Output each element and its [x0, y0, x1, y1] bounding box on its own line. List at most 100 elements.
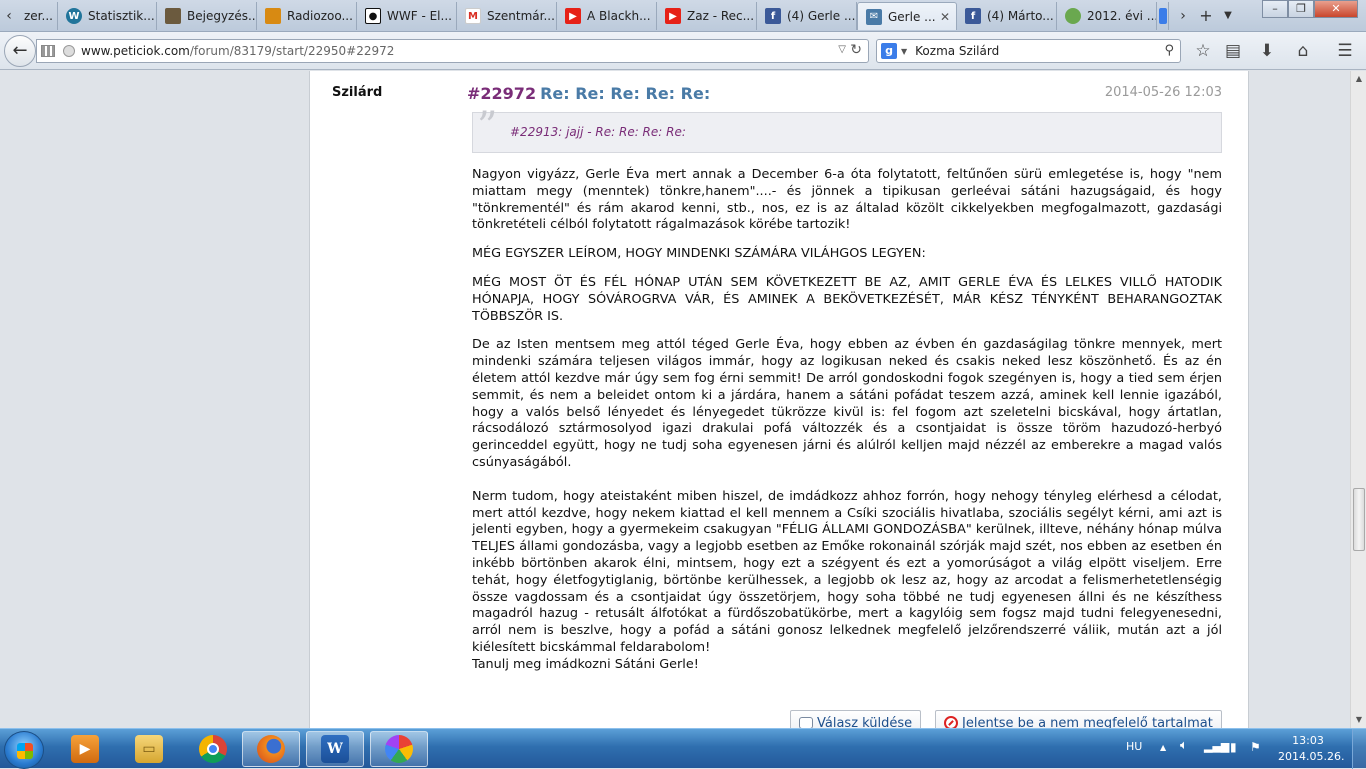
home-icon[interactable]: ⌂: [1292, 40, 1314, 62]
taskbar-picasa[interactable]: [370, 731, 428, 767]
close-tab-icon[interactable]: ✕: [940, 10, 950, 24]
action-center-flag-icon[interactable]: ⚑: [1250, 740, 1261, 754]
tab-3[interactable]: Radiozoo...: [257, 2, 357, 30]
tab-10[interactable]: f (4) Márto...: [957, 2, 1057, 30]
url-history-dropdown-icon[interactable]: ▽: [838, 44, 846, 55]
restore-button[interactable]: ❐: [1288, 0, 1314, 18]
tab-12-partial[interactable]: [1157, 2, 1169, 30]
report-icon: [944, 716, 958, 728]
search-icon[interactable]: ⚲: [1164, 43, 1174, 58]
url-path: /forum/83179/start/22950#22972: [189, 44, 395, 58]
menu-icon[interactable]: ☰: [1334, 40, 1356, 62]
taskbar-media-player[interactable]: ▶: [56, 731, 114, 767]
clock[interactable]: 13:03 2014.05.26.: [1278, 733, 1344, 765]
post-paragraph: MÉG EGYSZER LEÍROM, HOGY MINDENKI SZÁMÁR…: [472, 246, 926, 262]
taskbar-firefox[interactable]: [242, 731, 300, 767]
post-paragraph: Nerm tudom, hogy ateistaként miben hisze…: [472, 488, 1222, 655]
tab-5[interactable]: M Szentmár...: [457, 2, 557, 30]
tab-label: 2012. évi ...: [1087, 9, 1157, 23]
tab-7[interactable]: ▶ Zaz - Rec...: [657, 2, 757, 30]
post-paragraph: Nagyon vigyázz, Gerle Éva mert annak a D…: [472, 167, 1222, 233]
tab-2[interactable]: Bejegyzés...: [157, 2, 257, 30]
reply-button[interactable]: Válasz küldése: [790, 710, 922, 729]
scroll-down-arrow-icon[interactable]: ▼: [1351, 712, 1366, 728]
tab-scroll-right-button[interactable]: ›: [1176, 6, 1190, 26]
chrome-icon: [199, 735, 227, 763]
post-author[interactable]: Szilárd: [332, 85, 382, 100]
report-button-label: Jelentse be a nem megfelelő tartalmat: [962, 715, 1213, 729]
windows-logo-icon: [17, 743, 33, 759]
youtube-icon: ▶: [665, 8, 681, 24]
tab-label: Bejegyzés...: [187, 9, 257, 23]
bookmarks-list-icon[interactable]: ▤: [1222, 40, 1244, 62]
tab-scroll-left-button[interactable]: ‹: [2, 6, 16, 26]
reply-button-label: Válasz küldése: [817, 715, 913, 729]
google-icon[interactable]: g: [881, 43, 897, 59]
firefox-icon: [257, 735, 285, 763]
url-domain: www.peticiok.com: [81, 44, 190, 58]
wordpress-icon: W: [66, 8, 82, 24]
page-viewport: Szilárd #22972 Re: Re: Re: Re: Re: 2014-0…: [0, 71, 1350, 728]
back-arrow-icon: ←: [12, 40, 28, 61]
scrollbar-thumb[interactable]: [1353, 488, 1365, 551]
bookmark-star-icon[interactable]: ☆: [1192, 40, 1214, 62]
clock-time: 13:03: [1292, 734, 1324, 747]
bookmarks-grid-icon[interactable]: [41, 45, 55, 57]
search-bar[interactable]: g ▼ Kozma Szilárd ⚲: [876, 39, 1181, 63]
back-button[interactable]: ←: [4, 35, 36, 67]
post-title: Re: Re: Re: Re: Re:: [540, 84, 711, 103]
taskbar-explorer[interactable]: ▭: [120, 731, 178, 767]
gmail-icon: M: [465, 8, 481, 24]
tab-4[interactable]: ● WWF - El...: [357, 2, 457, 30]
tab-label: Radiozoo...: [287, 9, 353, 23]
vertical-scrollbar[interactable]: ▲ ▼: [1350, 71, 1366, 728]
quote-reference[interactable]: #22913: jajj - Re: Re: Re: Re:: [510, 125, 686, 139]
show-desktop-button[interactable]: [1352, 729, 1366, 769]
reload-icon[interactable]: ↻: [850, 42, 862, 58]
media-player-icon: ▶: [71, 735, 99, 763]
thumbnail-icon: [265, 8, 281, 24]
word-icon: W: [321, 735, 349, 763]
start-button[interactable]: [4, 731, 44, 769]
post-paragraph: MÉG MOST ÖT ÉS FÉL HÓNAP UTÁN SEM KÖVETK…: [472, 274, 1222, 324]
search-input[interactable]: Kozma Szilárd: [915, 44, 999, 58]
tab-1[interactable]: W Statisztik...: [58, 2, 157, 30]
post-paragraph: Tanulj meg imádkozni Sátáni Gerle!: [472, 656, 699, 672]
tab-label: A Blackh...: [587, 9, 651, 23]
tab-label: Gerle ...: [888, 9, 936, 24]
taskbar-chrome[interactable]: [184, 731, 242, 767]
tab-0[interactable]: zer...: [16, 2, 58, 30]
minimize-button[interactable]: –: [1262, 0, 1288, 18]
network-signal-icon[interactable]: ▂▄▆: [1204, 740, 1229, 753]
show-hidden-icons-icon[interactable]: ▲: [1160, 743, 1166, 752]
tab-9-active[interactable]: ✉ Gerle ... ✕: [857, 2, 957, 30]
site-identity-icon[interactable]: [63, 45, 75, 57]
tab-8[interactable]: f (4) Gerle ...: [757, 2, 857, 30]
tab-6[interactable]: ▶ A Blackh...: [557, 2, 657, 30]
tab-11[interactable]: 2012. évi ...: [1057, 2, 1157, 30]
taskbar-word[interactable]: W: [306, 731, 364, 767]
tab-label: (4) Márto...: [987, 9, 1054, 23]
tab-label: Szentmár...: [487, 9, 555, 23]
thumbnail-icon: [165, 8, 181, 24]
list-all-tabs-button[interactable]: ▼: [1220, 6, 1236, 26]
close-window-button[interactable]: ✕: [1314, 0, 1358, 18]
url-bar[interactable]: www.peticiok.com /forum/83179/start/2295…: [36, 39, 869, 63]
report-button[interactable]: Jelentse be a nem megfelelő tartalmat: [935, 710, 1222, 728]
post-number[interactable]: #22972: [467, 84, 536, 103]
generic-icon: [1159, 8, 1167, 24]
quote-mark-icon: ”: [477, 104, 498, 150]
search-engine-dropdown-icon[interactable]: ▼: [901, 47, 907, 56]
downloads-icon[interactable]: ⬇: [1256, 40, 1278, 62]
language-indicator[interactable]: HU: [1126, 740, 1142, 753]
navigation-toolbar: ← www.peticiok.com /forum/83179/start/22…: [0, 32, 1366, 70]
generic-icon: [1065, 8, 1081, 24]
new-tab-button[interactable]: +: [1198, 6, 1214, 26]
battery-icon[interactable]: ▮: [1230, 740, 1237, 754]
panda-icon: ●: [365, 8, 381, 24]
volume-icon[interactable]: 🔈︎: [1180, 738, 1188, 753]
scroll-up-arrow-icon[interactable]: ▲: [1351, 71, 1366, 87]
system-tray: HU ▲ 🔈︎ ▂▄▆ ▮ ⚑ 13:03 2014.05.26.: [1106, 729, 1366, 769]
quote-block: ” #22913: jajj - Re: Re: Re: Re:: [472, 107, 1222, 153]
post-body: Nagyon vigyázz, Gerle Éva mert annak a D…: [472, 167, 1222, 686]
